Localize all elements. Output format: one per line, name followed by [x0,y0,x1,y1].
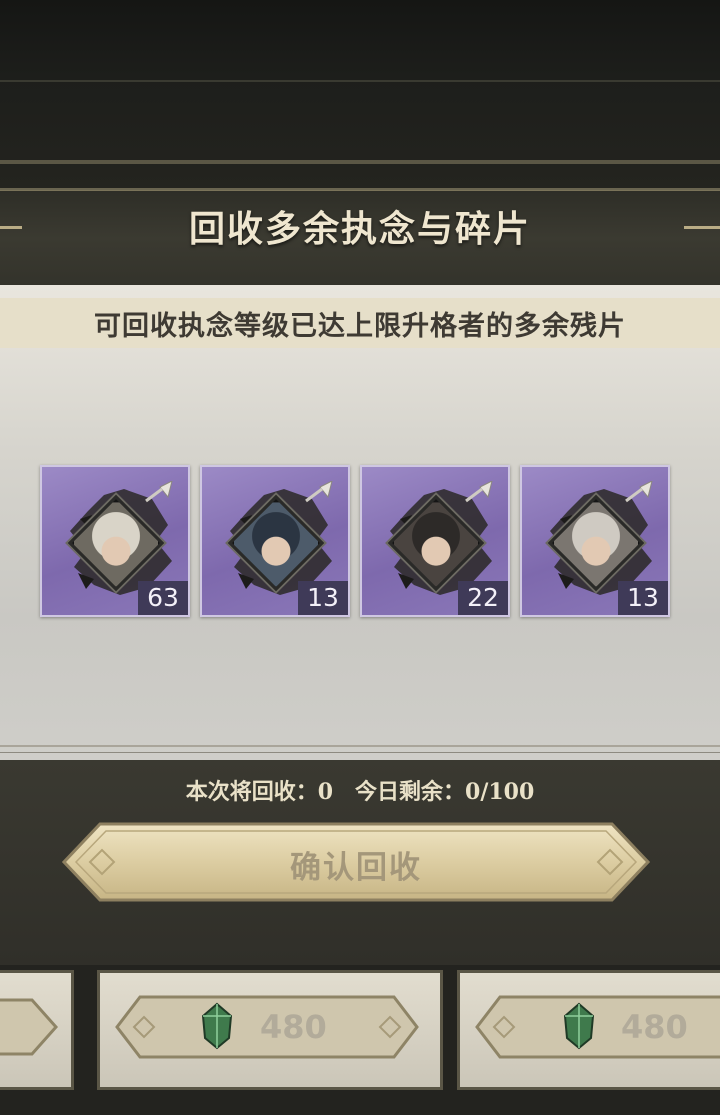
dialog-title: 回收多余执念与碎片 [188,208,531,250]
fragment-count: 22 [458,581,508,615]
divider [0,160,720,164]
fragment-card[interactable]: 22 [360,465,510,617]
fragment-count: 13 [618,581,668,615]
price-value: 480 [621,1008,688,1046]
divider [0,752,720,753]
fragment-card[interactable]: 13 [520,465,670,617]
fragment-count: 13 [298,581,348,615]
dialog-subtitle: 可回收执念等级已达上限升格者的多余残片 [94,311,626,342]
fragment-card[interactable]: 13 [200,465,350,617]
green-gem-icon [563,1002,595,1050]
divider [0,80,720,82]
divider [0,745,720,747]
fragment-count: 63 [138,581,188,615]
price-pill [0,998,59,1056]
green-gem-icon [201,1002,233,1050]
price-value: 480 [260,1008,327,1046]
fragment-card[interactable]: 63 [40,465,190,617]
recycle-status: 本次将回收：0 今日剩余：0/100 [185,779,535,805]
confirm-recycle-label: 确认回收 [290,850,422,886]
